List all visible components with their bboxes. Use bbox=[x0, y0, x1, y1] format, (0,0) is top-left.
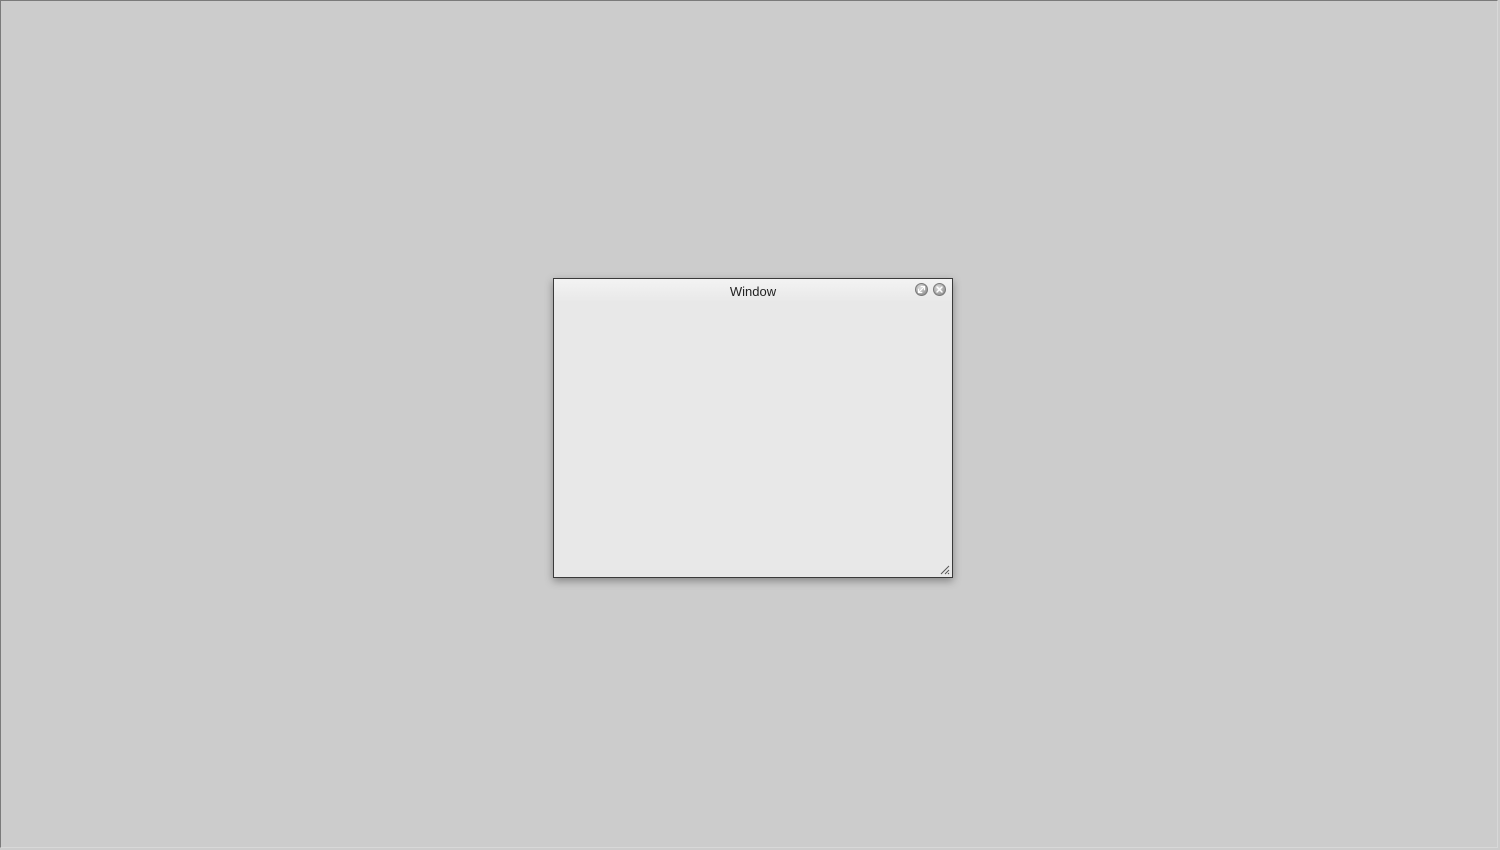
resize-grip-icon bbox=[938, 563, 950, 575]
window-titlebar[interactable]: Window bbox=[554, 279, 952, 303]
maximize-button[interactable] bbox=[915, 283, 928, 296]
desktop: Window bbox=[0, 0, 1498, 848]
resize-grip-handle[interactable] bbox=[938, 563, 950, 575]
close-icon bbox=[935, 285, 944, 294]
window-content bbox=[554, 303, 952, 577]
maximize-icon bbox=[917, 285, 926, 294]
close-button[interactable] bbox=[933, 283, 946, 296]
window-title: Window bbox=[729, 284, 777, 299]
window[interactable]: Window bbox=[553, 278, 953, 578]
